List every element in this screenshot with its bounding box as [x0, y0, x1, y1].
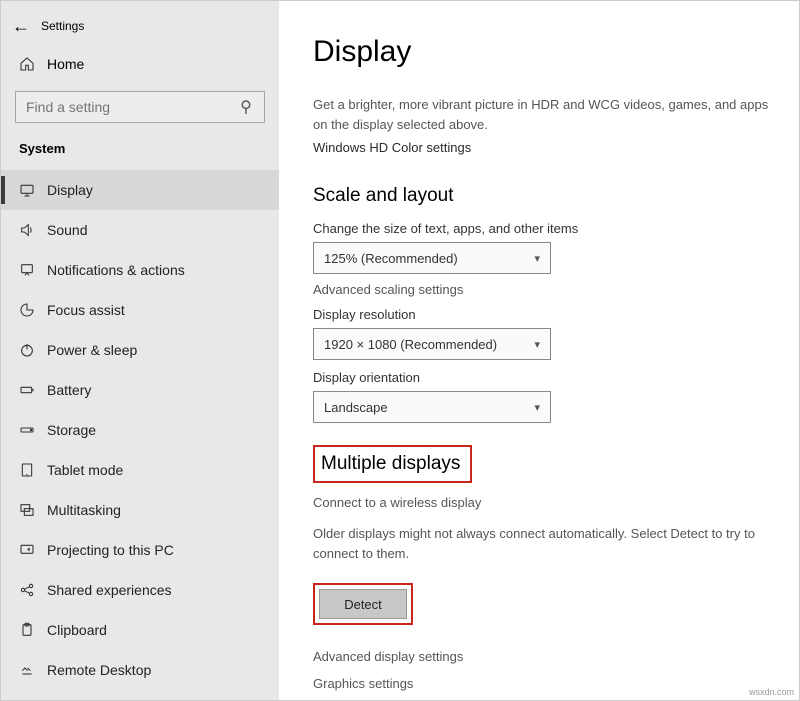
orientation-label: Display orientation	[313, 370, 769, 385]
scale-dropdown[interactable]: 125% (Recommended) ▾	[313, 242, 551, 274]
search-icon: ⚲	[238, 97, 254, 117]
home-icon	[19, 56, 47, 72]
sound-icon	[19, 222, 47, 238]
tablet-icon	[19, 462, 47, 478]
nav-label: Display	[47, 182, 93, 198]
orientation-dropdown[interactable]: Landscape ▾	[313, 391, 551, 423]
window-title: Settings	[41, 19, 84, 33]
sidebar-item-display[interactable]: Display	[1, 170, 279, 210]
detect-button[interactable]: Detect	[319, 589, 407, 619]
sidebar-item-shared-experiences[interactable]: Shared experiences	[1, 570, 279, 610]
page-title: Display	[313, 35, 769, 69]
clipboard-icon	[19, 622, 47, 638]
sidebar-item-focus-assist[interactable]: Focus assist	[1, 290, 279, 330]
hd-color-link[interactable]: Windows HD Color settings	[313, 140, 769, 155]
focus-icon	[19, 302, 47, 318]
nav-label: Clipboard	[47, 622, 107, 638]
notifications-icon	[19, 262, 47, 278]
graphics-settings-link[interactable]: Graphics settings	[313, 676, 769, 691]
display-icon	[19, 182, 47, 198]
back-button[interactable]: ←	[1, 16, 41, 37]
search-container: ⚲	[1, 83, 279, 135]
scale-label: Change the size of text, apps, and other…	[313, 221, 769, 236]
multitask-icon	[19, 502, 47, 518]
scale-value: 125% (Recommended)	[324, 251, 458, 266]
nav-label: Remote Desktop	[47, 662, 151, 678]
sidebar-item-power-sleep[interactable]: Power & sleep	[1, 330, 279, 370]
advanced-display-link[interactable]: Advanced display settings	[313, 649, 769, 664]
shared-icon	[19, 582, 47, 598]
advanced-scaling-link[interactable]: Advanced scaling settings	[313, 282, 769, 297]
chevron-down-icon: ▾	[534, 252, 540, 265]
multiple-displays-highlight: Multiple displays	[313, 445, 472, 483]
sidebar: ← Settings Home ⚲ System Display Sound	[1, 1, 279, 700]
sidebar-item-projecting[interactable]: Projecting to this PC	[1, 530, 279, 570]
sidebar-item-sound[interactable]: Sound	[1, 210, 279, 250]
detect-description: Older displays might not always connect …	[313, 524, 769, 563]
storage-icon	[19, 422, 47, 438]
sidebar-item-clipboard[interactable]: Clipboard	[1, 610, 279, 650]
category-label: System	[1, 135, 279, 170]
nav-label: Power & sleep	[47, 342, 137, 358]
multiple-displays-title: Multiple displays	[321, 453, 460, 475]
watermark: wsxdn.com	[749, 687, 794, 697]
sidebar-item-multitasking[interactable]: Multitasking	[1, 490, 279, 530]
sidebar-item-storage[interactable]: Storage	[1, 410, 279, 450]
resolution-dropdown[interactable]: 1920 × 1080 (Recommended) ▾	[313, 328, 551, 360]
home-button[interactable]: Home	[1, 45, 279, 83]
nav-label: Projecting to this PC	[47, 542, 174, 558]
detect-highlight: Detect	[313, 583, 413, 625]
nav-label: Shared experiences	[47, 582, 172, 598]
content-pane: Display Get a brighter, more vibrant pic…	[279, 1, 799, 700]
nav-label: Sound	[47, 222, 87, 238]
nav-label: Tablet mode	[47, 462, 123, 478]
search-input[interactable]	[26, 99, 238, 115]
sidebar-item-notifications[interactable]: Notifications & actions	[1, 250, 279, 290]
search-box[interactable]: ⚲	[15, 91, 265, 123]
orientation-value: Landscape	[324, 400, 388, 415]
nav-label: Battery	[47, 382, 91, 398]
home-label: Home	[47, 56, 84, 72]
projecting-icon	[19, 542, 47, 558]
nav-label: Notifications & actions	[47, 262, 185, 278]
scale-section-title: Scale and layout	[313, 185, 769, 207]
nav-label: Multitasking	[47, 502, 121, 518]
sidebar-item-remote-desktop[interactable]: Remote Desktop	[1, 650, 279, 690]
chevron-down-icon: ▾	[534, 338, 540, 351]
wireless-display-link[interactable]: Connect to a wireless display	[313, 495, 769, 510]
remote-icon	[19, 662, 47, 678]
nav-list: Display Sound Notifications & actions Fo…	[1, 170, 279, 690]
title-bar: ← Settings	[1, 7, 279, 45]
hdr-description: Get a brighter, more vibrant picture in …	[313, 95, 769, 134]
settings-window: ← Settings Home ⚲ System Display Sound	[0, 0, 800, 701]
battery-icon	[19, 382, 47, 398]
chevron-down-icon: ▾	[534, 401, 540, 414]
resolution-value: 1920 × 1080 (Recommended)	[324, 337, 497, 352]
sidebar-item-battery[interactable]: Battery	[1, 370, 279, 410]
nav-label: Focus assist	[47, 302, 125, 318]
nav-label: Storage	[47, 422, 96, 438]
resolution-label: Display resolution	[313, 307, 769, 322]
power-icon	[19, 342, 47, 358]
sidebar-item-tablet-mode[interactable]: Tablet mode	[1, 450, 279, 490]
